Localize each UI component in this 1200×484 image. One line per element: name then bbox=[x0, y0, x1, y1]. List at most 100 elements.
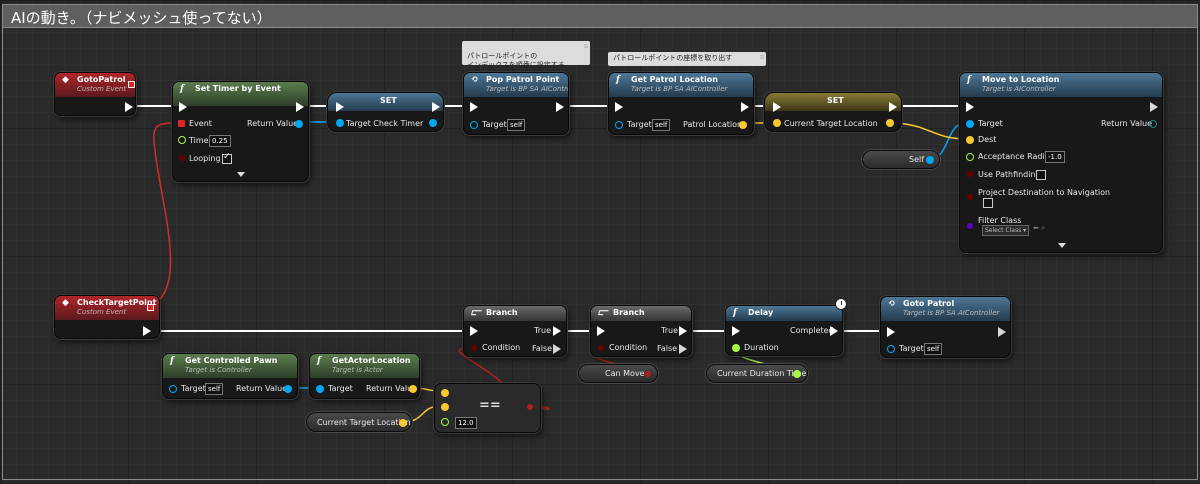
filter-class-label: Filter Class bbox=[978, 216, 1022, 225]
target-pin[interactable] bbox=[887, 345, 895, 353]
result-bool-pin[interactable] bbox=[527, 404, 533, 410]
self-output-pin[interactable] bbox=[926, 156, 934, 164]
error-tolerance-field[interactable]: 12.0 bbox=[455, 417, 477, 429]
delay-node[interactable]: f Delay Completed Duration bbox=[725, 305, 843, 356]
error-tolerance-pin[interactable] bbox=[441, 418, 449, 426]
target-pin[interactable] bbox=[615, 121, 623, 129]
set-current-target-location-node[interactable]: SET Current Target Location bbox=[764, 92, 902, 132]
exec-output-pin[interactable] bbox=[296, 102, 304, 112]
return-value-pin[interactable] bbox=[409, 385, 417, 393]
node-header: f Get Patrol Location Target is BP SA AI… bbox=[609, 73, 753, 97]
return-value-pin[interactable] bbox=[284, 385, 292, 393]
patrol-location-pin[interactable] bbox=[739, 121, 747, 129]
exec-input-pin[interactable] bbox=[336, 102, 344, 112]
expand-arrow-icon[interactable] bbox=[1058, 243, 1066, 248]
get-actor-location-node[interactable]: f GetActorLocation Target is Actor Targe… bbox=[309, 353, 420, 399]
check-target-point-event-node[interactable]: ◆ CheckTargetPoint Custom Event bbox=[54, 295, 160, 339]
exec-output-pin[interactable] bbox=[556, 102, 564, 112]
target-pin[interactable] bbox=[316, 385, 324, 393]
looping-checkbox[interactable] bbox=[222, 152, 232, 164]
target-pin[interactable] bbox=[169, 385, 177, 393]
use-pathfinding-pin[interactable] bbox=[967, 171, 973, 177]
equal-vector-node[interactable]: == 12.0 bbox=[434, 383, 541, 433]
target-pin[interactable] bbox=[966, 120, 974, 128]
variable-output-pin[interactable] bbox=[645, 371, 651, 377]
select-class-dropdown[interactable]: Select Class ▾ bbox=[982, 225, 1030, 236]
target-self-field[interactable]: self bbox=[205, 383, 224, 395]
branch-node-2[interactable]: ⫍ Branch True Condition False bbox=[590, 305, 692, 357]
condition-pin[interactable] bbox=[471, 345, 477, 351]
goto-patrol-call-node[interactable]: ⟲ Goto Patrol Target is BP SA AIControll… bbox=[880, 296, 1011, 358]
target-check-timer-output-pin[interactable] bbox=[429, 119, 437, 127]
time-pin[interactable] bbox=[178, 136, 186, 144]
delegate-output-pin[interactable] bbox=[128, 81, 135, 88]
exec-input-pin[interactable] bbox=[470, 326, 478, 336]
set-target-check-timer-node[interactable]: SET Target Check Timer bbox=[327, 92, 444, 132]
project-destination-checkbox[interactable] bbox=[983, 198, 993, 208]
current-duration-time-variable-node[interactable]: Current Duration Time bbox=[706, 364, 808, 383]
expand-arrow-icon[interactable] bbox=[237, 172, 245, 177]
blueprint-graph-canvas[interactable]: AIの動き。（ナビメッシュ使ってない） パトロールポイントの インデックスを順番… bbox=[0, 0, 1200, 484]
exec-output-pin[interactable] bbox=[998, 327, 1006, 337]
looping-pin[interactable] bbox=[179, 155, 185, 161]
completed-exec-pin[interactable] bbox=[830, 326, 838, 336]
exec-input-pin[interactable] bbox=[597, 326, 605, 336]
self-variable-node[interactable]: Self bbox=[862, 150, 940, 169]
get-controlled-pawn-node[interactable]: f Get Controlled Pawn Target is Controll… bbox=[162, 353, 298, 399]
time-value-field[interactable]: 0.25 bbox=[209, 135, 231, 147]
goto-patrol-event-node[interactable]: ◆ GotoPatrol Custom Event bbox=[54, 72, 136, 116]
current-target-location-input-pin[interactable] bbox=[773, 119, 781, 127]
comment-bubble-pop-patrol: パトロールポイントの インデックスを順番に設定する ⁝⁝ bbox=[462, 41, 590, 69]
true-exec-pin[interactable] bbox=[679, 326, 687, 336]
exec-output-pin[interactable] bbox=[1150, 102, 1158, 112]
exec-output-pin[interactable] bbox=[741, 102, 749, 112]
exec-input-pin[interactable] bbox=[773, 102, 781, 112]
use-pathfinding-checkbox[interactable] bbox=[1036, 170, 1046, 180]
function-icon: f bbox=[170, 356, 174, 366]
target-pin[interactable] bbox=[470, 121, 478, 129]
acceptance-radius-pin[interactable] bbox=[966, 153, 974, 161]
exec-input-pin[interactable] bbox=[887, 327, 895, 337]
exec-output-pin[interactable] bbox=[889, 102, 897, 112]
delegate-output-pin[interactable] bbox=[147, 304, 154, 311]
condition-label: Condition bbox=[482, 343, 521, 352]
exec-output-pin[interactable] bbox=[432, 102, 440, 112]
acceptance-radius-field[interactable]: -1.0 bbox=[1045, 151, 1065, 163]
exec-input-pin[interactable] bbox=[615, 102, 623, 112]
filter-class-browse-icons[interactable]: ⬅ ⌕ bbox=[1033, 224, 1045, 233]
exec-input-pin[interactable] bbox=[470, 102, 478, 112]
return-value-pin[interactable] bbox=[295, 120, 303, 128]
false-exec-pin[interactable] bbox=[553, 344, 561, 354]
true-exec-pin[interactable] bbox=[553, 326, 561, 336]
can-move-variable-node[interactable]: Can Move bbox=[578, 364, 658, 383]
duration-pin[interactable] bbox=[732, 344, 740, 352]
exec-input-pin[interactable] bbox=[966, 102, 974, 112]
get-patrol-location-node[interactable]: f Get Patrol Location Target is BP SA AI… bbox=[608, 72, 754, 135]
current-target-location-variable-node[interactable]: Current Target Location bbox=[306, 412, 412, 432]
target-self-field[interactable]: self bbox=[507, 119, 526, 131]
project-destination-pin[interactable] bbox=[967, 194, 973, 200]
target-check-timer-input-pin[interactable] bbox=[336, 119, 344, 127]
target-self-field[interactable]: self bbox=[652, 119, 671, 131]
target-self-field[interactable]: self bbox=[924, 343, 943, 355]
condition-pin[interactable] bbox=[598, 345, 604, 351]
exec-input-pin[interactable] bbox=[179, 102, 187, 112]
exec-output-pin[interactable] bbox=[125, 102, 133, 112]
variable-output-pin[interactable] bbox=[399, 419, 407, 427]
event-delegate-pin[interactable] bbox=[178, 120, 185, 127]
return-value-pin[interactable] bbox=[1149, 120, 1157, 128]
current-target-location-output-pin[interactable] bbox=[886, 119, 894, 127]
filter-class-pin[interactable] bbox=[967, 223, 973, 229]
exec-output-pin[interactable] bbox=[143, 326, 151, 336]
set-timer-by-event-node[interactable]: f Set Timer by Event Event Return Value … bbox=[172, 81, 309, 182]
vector-b-pin[interactable] bbox=[441, 403, 449, 411]
vector-a-pin[interactable] bbox=[441, 389, 449, 397]
variable-output-pin[interactable] bbox=[793, 370, 801, 378]
return-value-label: Return Value bbox=[247, 119, 299, 128]
dest-pin[interactable] bbox=[966, 136, 974, 144]
exec-input-pin[interactable] bbox=[732, 326, 740, 336]
move-to-location-node[interactable]: f Move to Location Target is AIControlle… bbox=[959, 72, 1163, 253]
pop-patrol-point-node[interactable]: ⟲ Pop Patrol Point Target is BP SA AICon… bbox=[463, 72, 569, 135]
branch-node-1[interactable]: ⫍ Branch True Condition False bbox=[463, 305, 567, 357]
false-exec-pin[interactable] bbox=[679, 344, 687, 354]
